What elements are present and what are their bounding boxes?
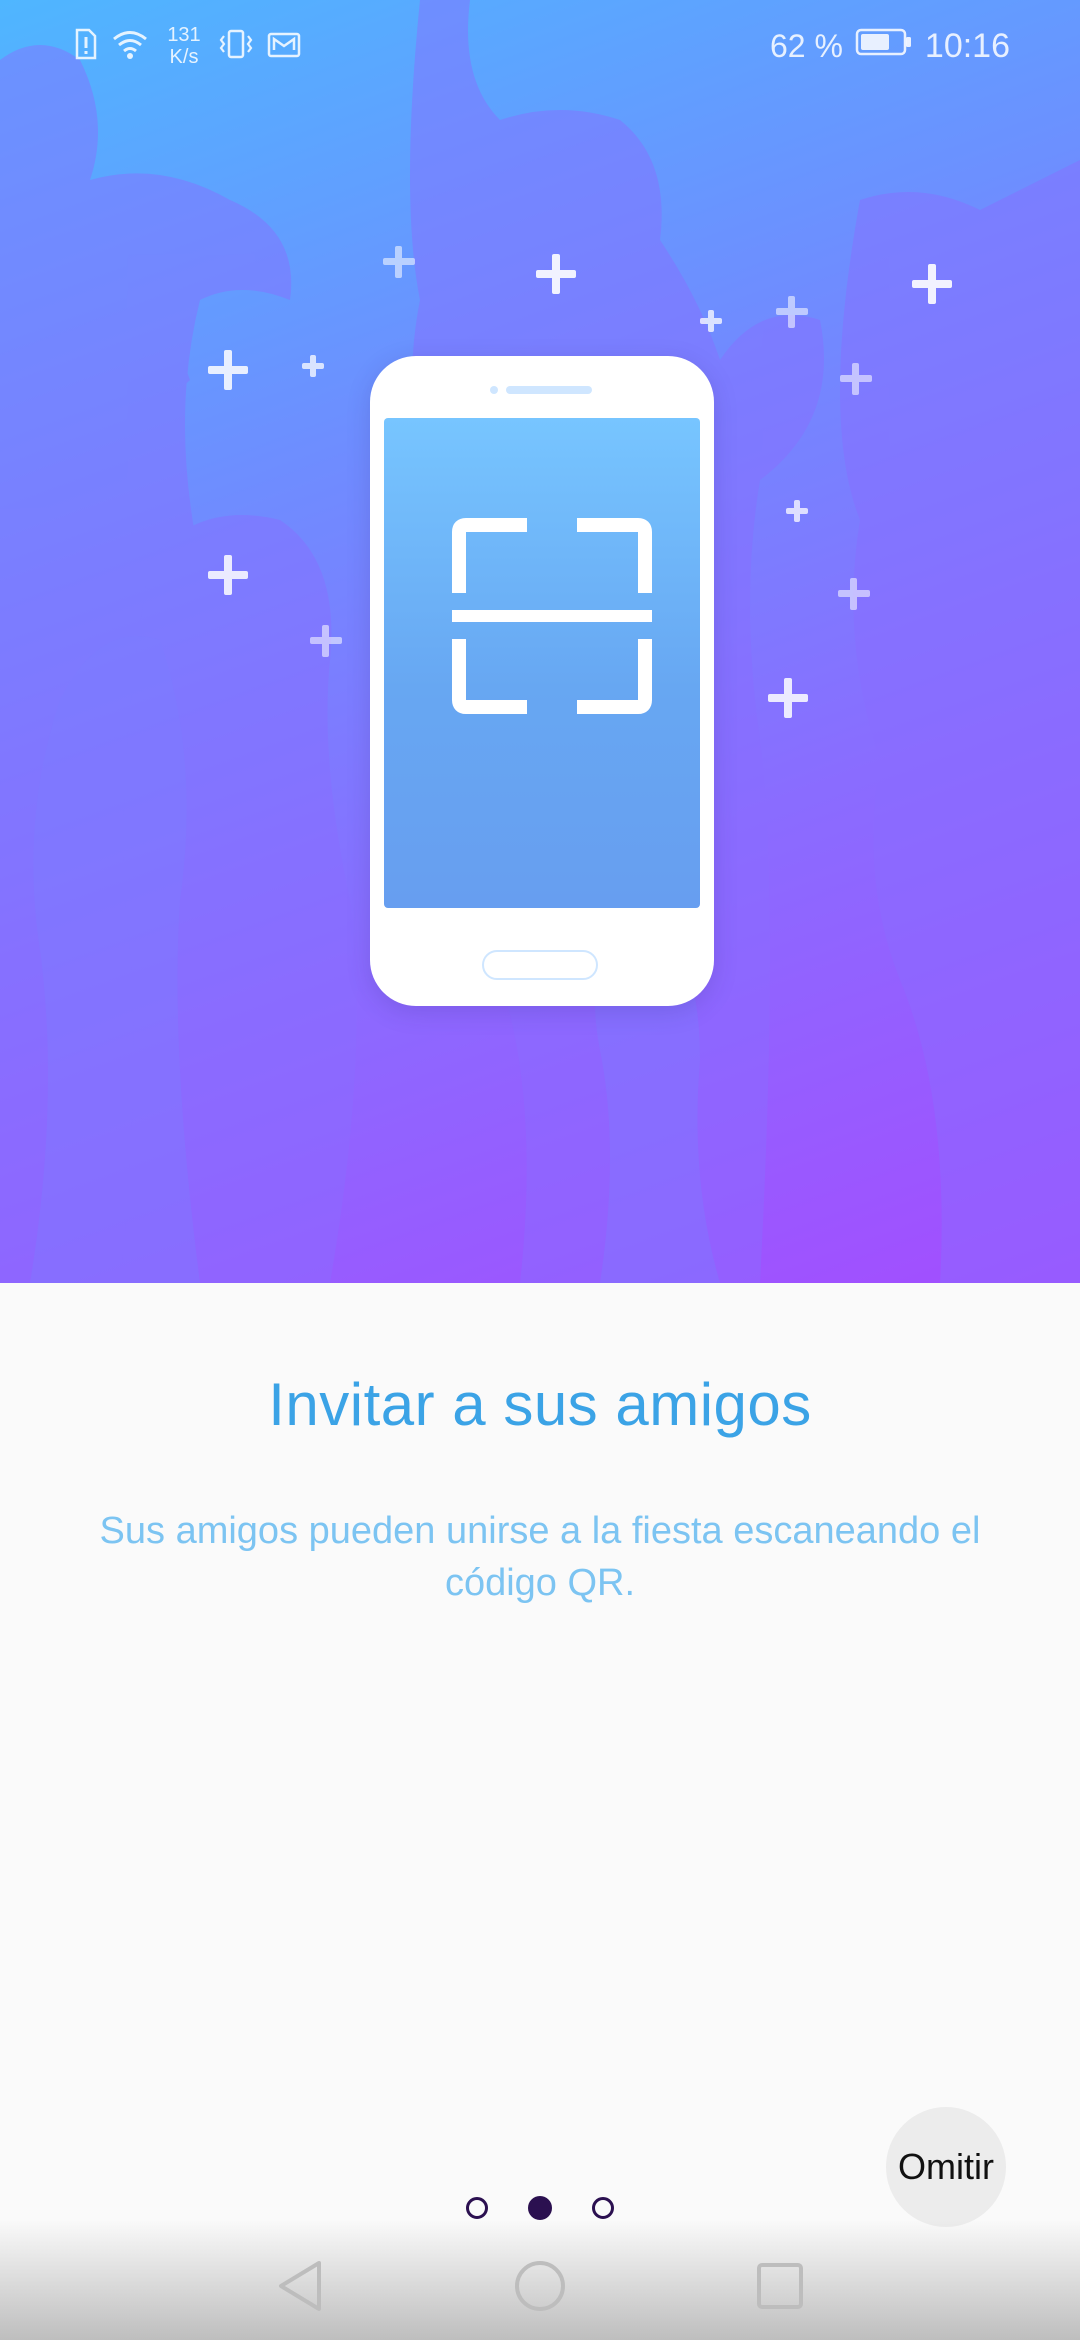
sim-alert-icon <box>74 28 98 65</box>
status-bar: 131 K/s 62 % 10:16 <box>0 0 1080 90</box>
wifi-icon <box>110 28 150 65</box>
mail-icon <box>266 28 302 65</box>
back-icon[interactable] <box>270 2256 330 2316</box>
onboarding-title: Invitar a sus amigos <box>268 1371 812 1438</box>
onboarding-description: Sus amigos pueden unirse a la fiesta esc… <box>99 1510 981 1604</box>
recent-apps-icon[interactable] <box>750 2256 810 2316</box>
page-dot-3[interactable] <box>592 2197 614 2219</box>
network-speed: 131 K/s <box>162 24 206 68</box>
status-bar-right: 62 % 10:16 <box>770 18 1010 74</box>
home-icon[interactable] <box>510 2256 570 2316</box>
navigation-bar <box>0 2220 1080 2340</box>
status-bar-left: 131 K/s <box>74 18 302 74</box>
network-speed-unit: K/s <box>169 46 199 68</box>
phone-screen <box>384 418 700 908</box>
hero-illustration: 131 K/s 62 % 10:16 <box>0 0 1080 1283</box>
battery-icon <box>855 27 913 66</box>
phone-speaker <box>506 386 592 394</box>
phone-illustration <box>370 356 714 1006</box>
page-dot-2-active[interactable] <box>528 2196 552 2220</box>
qr-scan-icon <box>452 518 652 714</box>
phone-home-button <box>482 950 598 980</box>
page-dot-1[interactable] <box>466 2197 488 2219</box>
battery-percent: 62 % <box>769 27 843 64</box>
clock: 10:16 <box>924 26 1010 65</box>
onboarding-screen: 131 K/s 62 % 10:16 Invitar a sus amigos … <box>0 0 1080 2340</box>
phone-camera <box>490 386 498 394</box>
network-speed-value: 131 <box>167 24 201 46</box>
vibrate-icon <box>218 28 254 65</box>
